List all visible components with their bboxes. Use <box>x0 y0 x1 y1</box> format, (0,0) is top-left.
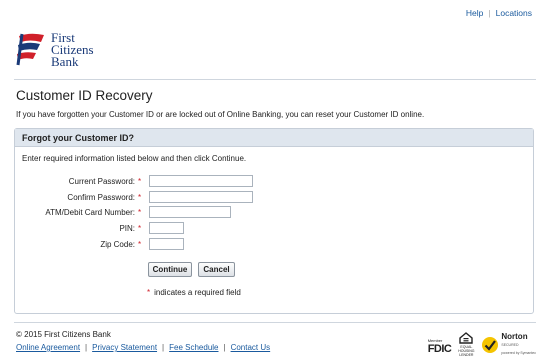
panel-instructions: Enter required information listed below … <box>22 154 247 163</box>
zip-code-input[interactable] <box>149 238 184 250</box>
fdic-text: FDIC <box>427 342 452 355</box>
current-password-label: Current Password: <box>68 176 135 186</box>
confirm-password-label: Confirm Password: <box>67 192 135 202</box>
card-number-label: ATM/Debit Card Number: <box>45 207 135 217</box>
required-marker: * <box>138 239 142 249</box>
pin-input[interactable] <box>149 222 184 234</box>
bank-name-line3: Bank <box>51 54 79 69</box>
required-note-text: indicates a required field <box>154 288 241 297</box>
required-marker: * <box>147 288 151 297</box>
copyright: © 2015 First Citizens Bank <box>16 330 111 339</box>
separator: | <box>223 343 226 352</box>
required-field-note: * indicates a required field <box>147 288 241 297</box>
confirm-password-input[interactable] <box>149 191 253 203</box>
recovery-panel: Forgot your Customer ID? Enter required … <box>14 128 534 314</box>
separator: | <box>162 343 165 352</box>
confirm-password-row: Confirm Password: * <box>15 191 253 203</box>
help-link[interactable]: Help <box>466 8 483 18</box>
pin-label: PIN: <box>119 223 135 233</box>
contact-us-link[interactable]: Contact Us <box>231 343 271 352</box>
required-marker: * <box>138 192 142 202</box>
card-number-input[interactable] <box>149 206 231 218</box>
required-marker: * <box>138 223 142 233</box>
current-password-input[interactable] <box>149 175 253 187</box>
required-marker: * <box>138 176 142 186</box>
separator: | <box>85 343 88 352</box>
top-links: Help | Locations <box>466 8 532 18</box>
equal-housing-text: EQUAL HOUSING LENDER <box>458 345 475 357</box>
online-agreement-link[interactable]: Online Agreement <box>16 343 80 352</box>
norton-badge[interactable]: Norton SECURED powered by Symantec <box>481 331 536 357</box>
privacy-statement-link[interactable]: Privacy Statement <box>92 343 157 352</box>
fee-schedule-link[interactable]: Fee Schedule <box>169 343 218 352</box>
locations-link[interactable]: Locations <box>496 8 532 18</box>
equal-housing-icon <box>459 332 474 344</box>
page-title: Customer ID Recovery <box>16 88 153 103</box>
norton-powered-by: powered by Symantec <box>501 350 536 355</box>
zip-code-label: Zip Code: <box>100 239 135 249</box>
trust-badges: Member FDIC EQUAL HOUSING LENDER Norton … <box>428 332 536 357</box>
fdic-badge: Member FDIC <box>427 336 452 355</box>
zip-code-row: Zip Code: * <box>15 238 184 250</box>
bank-name: First Citizens Bank <box>51 31 94 69</box>
first-citizens-flag-logo-icon <box>16 33 44 66</box>
required-marker: * <box>138 207 142 217</box>
norton-secured: SECURED <box>501 342 519 347</box>
bank-logo[interactable]: First Citizens Bank <box>16 31 94 69</box>
norton-name: Norton <box>501 331 528 341</box>
panel-heading: Forgot your Customer ID? <box>15 129 533 147</box>
equal-housing-badge: EQUAL HOUSING LENDER <box>457 332 475 357</box>
card-number-row: ATM/Debit Card Number: * <box>15 206 231 218</box>
pin-row: PIN: * <box>15 222 184 234</box>
footer-links: Online Agreement | Privacy Statement | Fee S… <box>16 343 270 352</box>
norton-check-icon <box>482 336 499 353</box>
separator: | <box>488 8 491 18</box>
cancel-button[interactable]: Cancel <box>198 262 235 277</box>
footer-divider <box>14 322 536 323</box>
current-password-row: Current Password: * <box>15 175 253 187</box>
header-divider <box>14 79 536 80</box>
intro-text: If you have forgotten your Customer ID o… <box>16 110 425 119</box>
norton-text: Norton SECURED powered by Symantec <box>501 331 536 357</box>
continue-button[interactable]: Continue <box>148 262 192 277</box>
